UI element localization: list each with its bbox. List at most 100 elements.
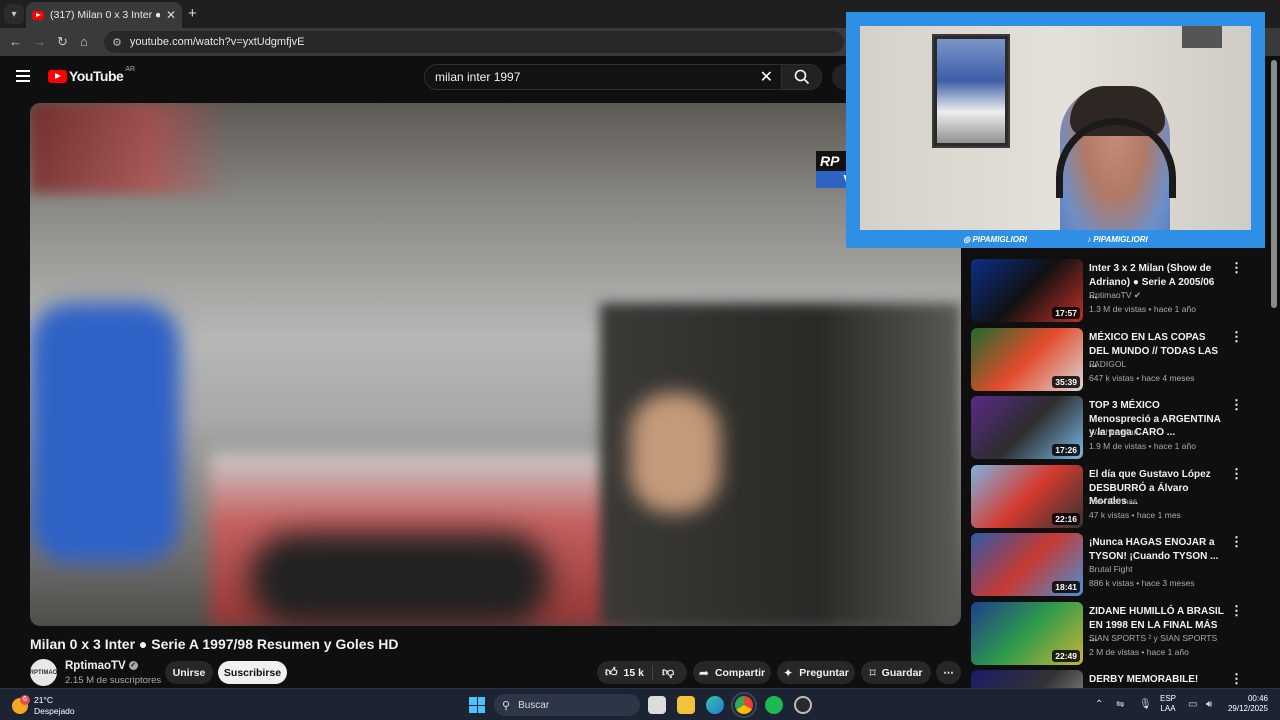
instagram-text: PIPAMIGLIORI (972, 234, 1027, 244)
dislike-button[interactable]: 👎︎ (653, 665, 683, 680)
recommendation-item[interactable]: 22:49 ZIDANE HUMILLÓ A BRASIL EN 1998 EN… (970, 602, 1250, 666)
rec-channel[interactable]: SIAN SPORTS ² y SIAN SPORTS (1089, 633, 1217, 643)
tray-overflow-icon[interactable]: ⌃ (1095, 699, 1103, 710)
edge-icon[interactable] (706, 696, 724, 714)
new-tab-button[interactable]: + (188, 5, 197, 22)
network-icon[interactable]: ⇋ (1116, 699, 1124, 710)
search-query: milan inter 1997 (435, 70, 521, 84)
site-info-icon[interactable]: ⚙ (112, 36, 122, 49)
rec-channel[interactable]: Brutal Fight (1089, 564, 1132, 574)
rec-menu-icon[interactable]: ⋮ (1230, 261, 1243, 274)
rec-meta: 1.3 M de vistas • hace 1 año (1089, 304, 1196, 314)
close-tab-icon[interactable]: ✕ (166, 8, 176, 22)
rec-channel[interactable]: RptimaoTV ✔ (1089, 290, 1141, 301)
search-button[interactable] (782, 64, 822, 90)
search-icon: ⚲ (502, 699, 511, 712)
video-thumbnail[interactable]: 17:26 (971, 396, 1083, 459)
rec-channel[interactable]: Alex Cannas (1089, 496, 1137, 506)
clear-search-icon[interactable]: ✕ (760, 67, 773, 87)
avatar-text: RPTIMAO (29, 669, 58, 676)
video-duration: 35:39 (1052, 376, 1080, 388)
video-thumbnail[interactable]: 18:41 (971, 533, 1083, 596)
rec-channel[interactable]: PADIGOL (1089, 359, 1126, 369)
input-language[interactable]: ESP LAA (1160, 694, 1176, 714)
reload-icon[interactable]: ↻ (57, 34, 68, 50)
more-actions-button[interactable]: ⋯ (936, 661, 961, 684)
like-dislike-group: 👍︎ 15 k 👎︎ (597, 661, 687, 684)
menu-icon[interactable] (16, 70, 30, 82)
address-bar[interactable]: ⚙ youtube.com/watch?v=yxtUdgmfjvE (104, 31, 844, 53)
clock-date: 29/12/2025 (1227, 704, 1268, 713)
rec-menu-icon[interactable]: ⋮ (1230, 672, 1243, 685)
rec-menu-icon[interactable]: ⋮ (1230, 467, 1243, 480)
rec-menu-icon[interactable]: ⋮ (1230, 330, 1243, 343)
obs-icon[interactable] (794, 696, 812, 714)
weather-condition: Despejado (34, 706, 75, 716)
taskbar-search[interactable]: ⚲ Buscar (494, 694, 640, 716)
channel-name[interactable]: RptimaoTV ✓ (65, 660, 138, 672)
file-explorer-icon[interactable] (677, 696, 695, 714)
subscribe-button[interactable]: Suscribirse (218, 661, 287, 684)
wall-poster (932, 34, 1010, 148)
social-strip: ◎ PIPAMIGLIORI ♪ PIPAMIGLIORI (846, 230, 1265, 248)
like-button[interactable]: 👍︎ 15 k (597, 665, 653, 680)
video-thumbnail[interactable]: 17:57 (971, 259, 1083, 322)
tab-title: (317) Milan 0 x 3 Inter ● Serie A (50, 9, 160, 21)
volume-icon[interactable]: 🔊︎ (1206, 699, 1212, 710)
chrome-icon[interactable] (731, 692, 757, 718)
rec-title[interactable]: ¡Nunca HAGAS ENOJAR a TYSON! ¡Cuando TYS… (1089, 536, 1224, 563)
logo-wordmark: YouTube (69, 68, 124, 84)
weather-sun-icon: 6 (12, 695, 30, 714)
webcam-overlay: ◎ PIPAMIGLIORI ♪ PIPAMIGLIORI (846, 12, 1265, 248)
recommendation-item[interactable]: 35:39 MÉXICO EN LAS COPAS DEL MUNDO // T… (970, 328, 1250, 392)
recommendation-item[interactable]: DERBY MEMORABILE! ETO'O vs ⋮ (970, 670, 1250, 688)
webcam-feed (860, 26, 1251, 232)
task-view-icon[interactable] (648, 696, 666, 714)
tab-search-button[interactable]: ▾ (4, 4, 24, 24)
rec-title[interactable]: DERBY MEMORABILE! ETO'O vs (1089, 673, 1224, 688)
search-input[interactable]: milan inter 1997 ✕ (424, 64, 782, 90)
youtube-logo[interactable]: YouTube AR (48, 66, 135, 84)
display-icon[interactable]: ▭ (1188, 699, 1197, 710)
rec-meta: 886 k vistas • hace 3 meses (1089, 578, 1195, 588)
verified-icon: ✓ (128, 661, 138, 671)
home-icon[interactable]: ⌂ (80, 34, 88, 50)
ask-button[interactable]: ✦ Preguntar (777, 661, 855, 684)
recommendation-item[interactable]: 17:57 Inter 3 x 2 Milan (Show de Adriano… (970, 259, 1250, 323)
forward-icon[interactable]: → (33, 34, 46, 50)
video-thumbnail[interactable]: 22:49 (971, 602, 1083, 665)
page-scrollbar[interactable] (1271, 60, 1277, 308)
rec-meta: 47 k vistas • hace 1 mes (1089, 510, 1181, 520)
join-button[interactable]: Unirse (165, 661, 213, 684)
video-thumbnail[interactable]: 22:16 (971, 465, 1083, 528)
recommendation-item[interactable]: 17:26 TOP 3 MÉXICO Menospreció a ARGENTI… (970, 396, 1250, 460)
save-button[interactable]: ⌑ Guardar (861, 661, 931, 684)
video-player[interactable]: RP V (30, 103, 961, 626)
channel-avatar[interactable]: RPTIMAO (30, 659, 57, 686)
microphone-icon[interactable]: 🎙︎ (1139, 699, 1152, 710)
browser-tab-active[interactable]: (317) Milan 0 x 3 Inter ● Serie A ✕ (26, 2, 182, 28)
rec-menu-icon[interactable]: ⋮ (1230, 535, 1243, 548)
rec-channel[interactable]: Washito Man (1089, 427, 1138, 437)
video-frame-detail (30, 103, 230, 193)
system-clock[interactable]: 00:46 29/12/2025 (1222, 694, 1268, 714)
recommendation-item[interactable]: 18:41 ¡Nunca HAGAS ENOJAR a TYSON! ¡Cuan… (970, 533, 1250, 597)
rec-menu-icon[interactable]: ⋮ (1230, 398, 1243, 411)
windows-start-icon[interactable] (469, 697, 485, 713)
instagram-handle: ◎ PIPAMIGLIORI (963, 235, 1027, 244)
recommendation-item[interactable]: 22:16 El día que Gustavo López DESBURRÓ … (970, 465, 1250, 529)
rec-meta: 647 k vistas • hace 4 meses (1089, 373, 1195, 383)
tiktok-text: PIPAMIGLIORI (1093, 234, 1148, 244)
share-button[interactable]: ➦ Compartir (693, 661, 771, 684)
video-thumbnail[interactable] (971, 670, 1083, 688)
video-duration: 22:16 (1052, 513, 1080, 525)
back-icon[interactable]: ← (9, 34, 22, 50)
thumbs-up-icon: 👍︎ (605, 665, 618, 679)
video-frame-detail (630, 393, 720, 513)
taskbar-search-label: Buscar (518, 699, 550, 711)
video-thumbnail[interactable]: 35:39 (971, 328, 1083, 391)
save-label: Guardar (881, 666, 923, 679)
spotify-icon[interactable] (765, 696, 783, 714)
rec-menu-icon[interactable]: ⋮ (1230, 604, 1243, 617)
weather-widget[interactable]: 6 21°C Despejado (12, 695, 75, 717)
